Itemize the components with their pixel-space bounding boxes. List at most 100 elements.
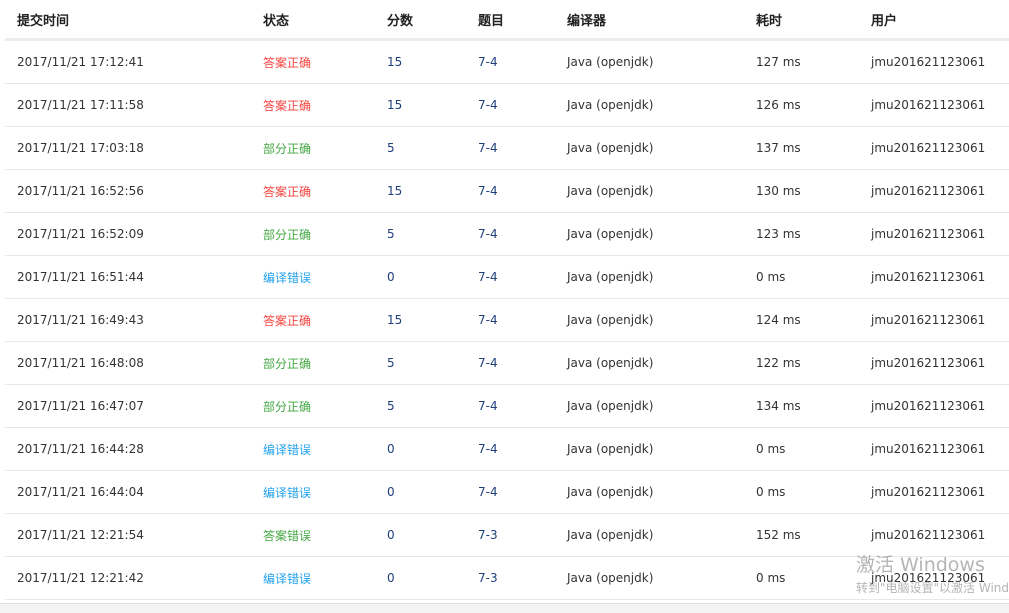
cell-problem: 7-4	[478, 384, 567, 428]
cell-score: 15	[387, 39, 478, 84]
cell-user: jmu201621123061	[871, 298, 1009, 342]
cell-user: jmu201621123061	[871, 126, 1009, 170]
cell-score: 5	[387, 126, 478, 170]
cell-time-cost: 0 ms	[756, 470, 871, 514]
cell-time-cost: 123 ms	[756, 212, 871, 256]
header-status: 状态	[263, 0, 387, 41]
cell-submit-time: 2017/11/21 16:44:04	[5, 470, 263, 514]
cell-score: 5	[387, 384, 478, 428]
cell-score: 0	[387, 470, 478, 514]
cell-time-cost: 152 ms	[756, 513, 871, 557]
cell-compiler: Java (openjdk)	[567, 384, 756, 428]
cell-status[interactable]: 部分正确	[263, 126, 387, 170]
cell-user: jmu201621123061	[871, 427, 1009, 471]
header-submit-time: 提交时间	[5, 0, 263, 41]
cell-problem: 7-4	[478, 169, 567, 213]
cell-time-cost: 127 ms	[756, 39, 871, 84]
cell-status[interactable]: 部分正确	[263, 341, 387, 385]
cell-problem: 7-3	[478, 556, 567, 600]
cell-score: 15	[387, 298, 478, 342]
cell-submit-time: 2017/11/21 17:03:18	[5, 126, 263, 170]
cell-problem: 7-4	[478, 212, 567, 256]
header-score: 分数	[387, 0, 478, 41]
cell-status[interactable]: 答案错误	[263, 513, 387, 557]
table-row: 2017/11/21 17:11:58 答案正确 15 7-4 Java (openjd…	[5, 83, 1009, 127]
cell-score: 0	[387, 556, 478, 600]
cell-compiler: Java (openjdk)	[567, 255, 756, 299]
cell-status[interactable]: 编译错误	[263, 255, 387, 299]
cell-score: 0	[387, 427, 478, 471]
cell-user: jmu201621123061	[871, 255, 1009, 299]
cell-user: jmu201621123061	[871, 169, 1009, 213]
cell-status[interactable]: 答案正确	[263, 39, 387, 84]
cell-submit-time: 2017/11/21 16:49:43	[5, 298, 263, 342]
cell-user: jmu201621123061	[871, 384, 1009, 428]
cell-problem: 7-4	[478, 255, 567, 299]
cell-time-cost: 122 ms	[756, 341, 871, 385]
cell-compiler: Java (openjdk)	[567, 39, 756, 84]
table-row: 2017/11/21 16:52:56 答案正确 15 7-4 Java (openjd…	[5, 169, 1009, 213]
table-row: 2017/11/21 16:47:07 部分正确 5 7-4 Java (openjdk…	[5, 384, 1009, 428]
cell-status[interactable]: 答案正确	[263, 298, 387, 342]
cell-user: jmu201621123061	[871, 39, 1009, 84]
cell-time-cost: 137 ms	[756, 126, 871, 170]
cell-score: 0	[387, 513, 478, 557]
table-row: 2017/11/21 17:03:18 部分正确 5 7-4 Java (openjdk…	[5, 126, 1009, 170]
cell-compiler: Java (openjdk)	[567, 341, 756, 385]
cell-status[interactable]: 编译错误	[263, 470, 387, 514]
cell-problem: 7-4	[478, 341, 567, 385]
cell-user: jmu201621123061	[871, 212, 1009, 256]
cell-user: jmu201621123061	[871, 470, 1009, 514]
cell-compiler: Java (openjdk)	[567, 126, 756, 170]
cell-problem: 7-4	[478, 470, 567, 514]
table-row: 2017/11/21 16:49:43 答案正确 15 7-4 Java (openjd…	[5, 298, 1009, 342]
cell-submit-time: 2017/11/21 12:21:54	[5, 513, 263, 557]
cell-score: 15	[387, 83, 478, 127]
cell-compiler: Java (openjdk)	[567, 298, 756, 342]
table-row: 2017/11/21 16:44:04 编译错误 0 7-4 Java (openjdk…	[5, 470, 1009, 514]
cell-submit-time: 2017/11/21 16:52:09	[5, 212, 263, 256]
cell-score: 5	[387, 341, 478, 385]
cell-status[interactable]: 答案正确	[263, 83, 387, 127]
cell-user: jmu201621123061	[871, 341, 1009, 385]
cell-time-cost: 0 ms	[756, 427, 871, 471]
cell-submit-time: 2017/11/21 12:21:42	[5, 556, 263, 600]
cell-problem: 7-3	[478, 513, 567, 557]
cell-user: jmu201621123061	[871, 556, 1009, 600]
table-header: 提交时间 状态 分数 题目 编译器 耗时 用户	[5, 0, 1009, 41]
header-compiler: 编译器	[567, 0, 756, 41]
cell-submit-time: 2017/11/21 16:52:56	[5, 169, 263, 213]
cell-time-cost: 124 ms	[756, 298, 871, 342]
table-row: 2017/11/21 16:48:08 部分正确 5 7-4 Java (openjdk…	[5, 341, 1009, 385]
cell-compiler: Java (openjdk)	[567, 470, 756, 514]
cell-submit-time: 2017/11/21 17:12:41	[5, 39, 263, 84]
cell-time-cost: 130 ms	[756, 169, 871, 213]
cell-time-cost: 0 ms	[756, 255, 871, 299]
cell-problem: 7-4	[478, 298, 567, 342]
cell-time-cost: 134 ms	[756, 384, 871, 428]
cell-user: jmu201621123061	[871, 513, 1009, 557]
cell-submit-time: 2017/11/21 16:47:07	[5, 384, 263, 428]
cell-submit-time: 2017/11/21 16:48:08	[5, 341, 263, 385]
table-row: 2017/11/21 12:21:54 答案错误 0 7-3 Java (openjdk…	[5, 513, 1009, 557]
cell-status[interactable]: 编译错误	[263, 427, 387, 471]
cell-status[interactable]: 部分正确	[263, 212, 387, 256]
cell-compiler: Java (openjdk)	[567, 513, 756, 557]
cell-status[interactable]: 编译错误	[263, 556, 387, 600]
table-row: 2017/11/21 16:52:09 部分正确 5 7-4 Java (openjdk…	[5, 212, 1009, 256]
cell-submit-time: 2017/11/21 17:11:58	[5, 83, 263, 127]
cell-compiler: Java (openjdk)	[567, 83, 756, 127]
cell-compiler: Java (openjdk)	[567, 556, 756, 600]
cell-user: jmu201621123061	[871, 83, 1009, 127]
header-problem: 题目	[478, 0, 567, 41]
cell-status[interactable]: 答案正确	[263, 169, 387, 213]
cell-status[interactable]: 部分正确	[263, 384, 387, 428]
table-row: 2017/11/21 16:51:44 编译错误 0 7-4 Java (openjdk…	[5, 255, 1009, 299]
table-row: 2017/11/21 12:21:42 编译错误 0 7-3 Java (openjdk…	[5, 556, 1009, 600]
cell-compiler: Java (openjdk)	[567, 427, 756, 471]
table-row: 2017/11/21 17:12:41 答案正确 15 7-4 Java (openjd…	[5, 39, 1009, 84]
cell-score: 5	[387, 212, 478, 256]
cell-time-cost: 126 ms	[756, 83, 871, 127]
cell-time-cost: 0 ms	[756, 556, 871, 600]
cell-problem: 7-4	[478, 83, 567, 127]
